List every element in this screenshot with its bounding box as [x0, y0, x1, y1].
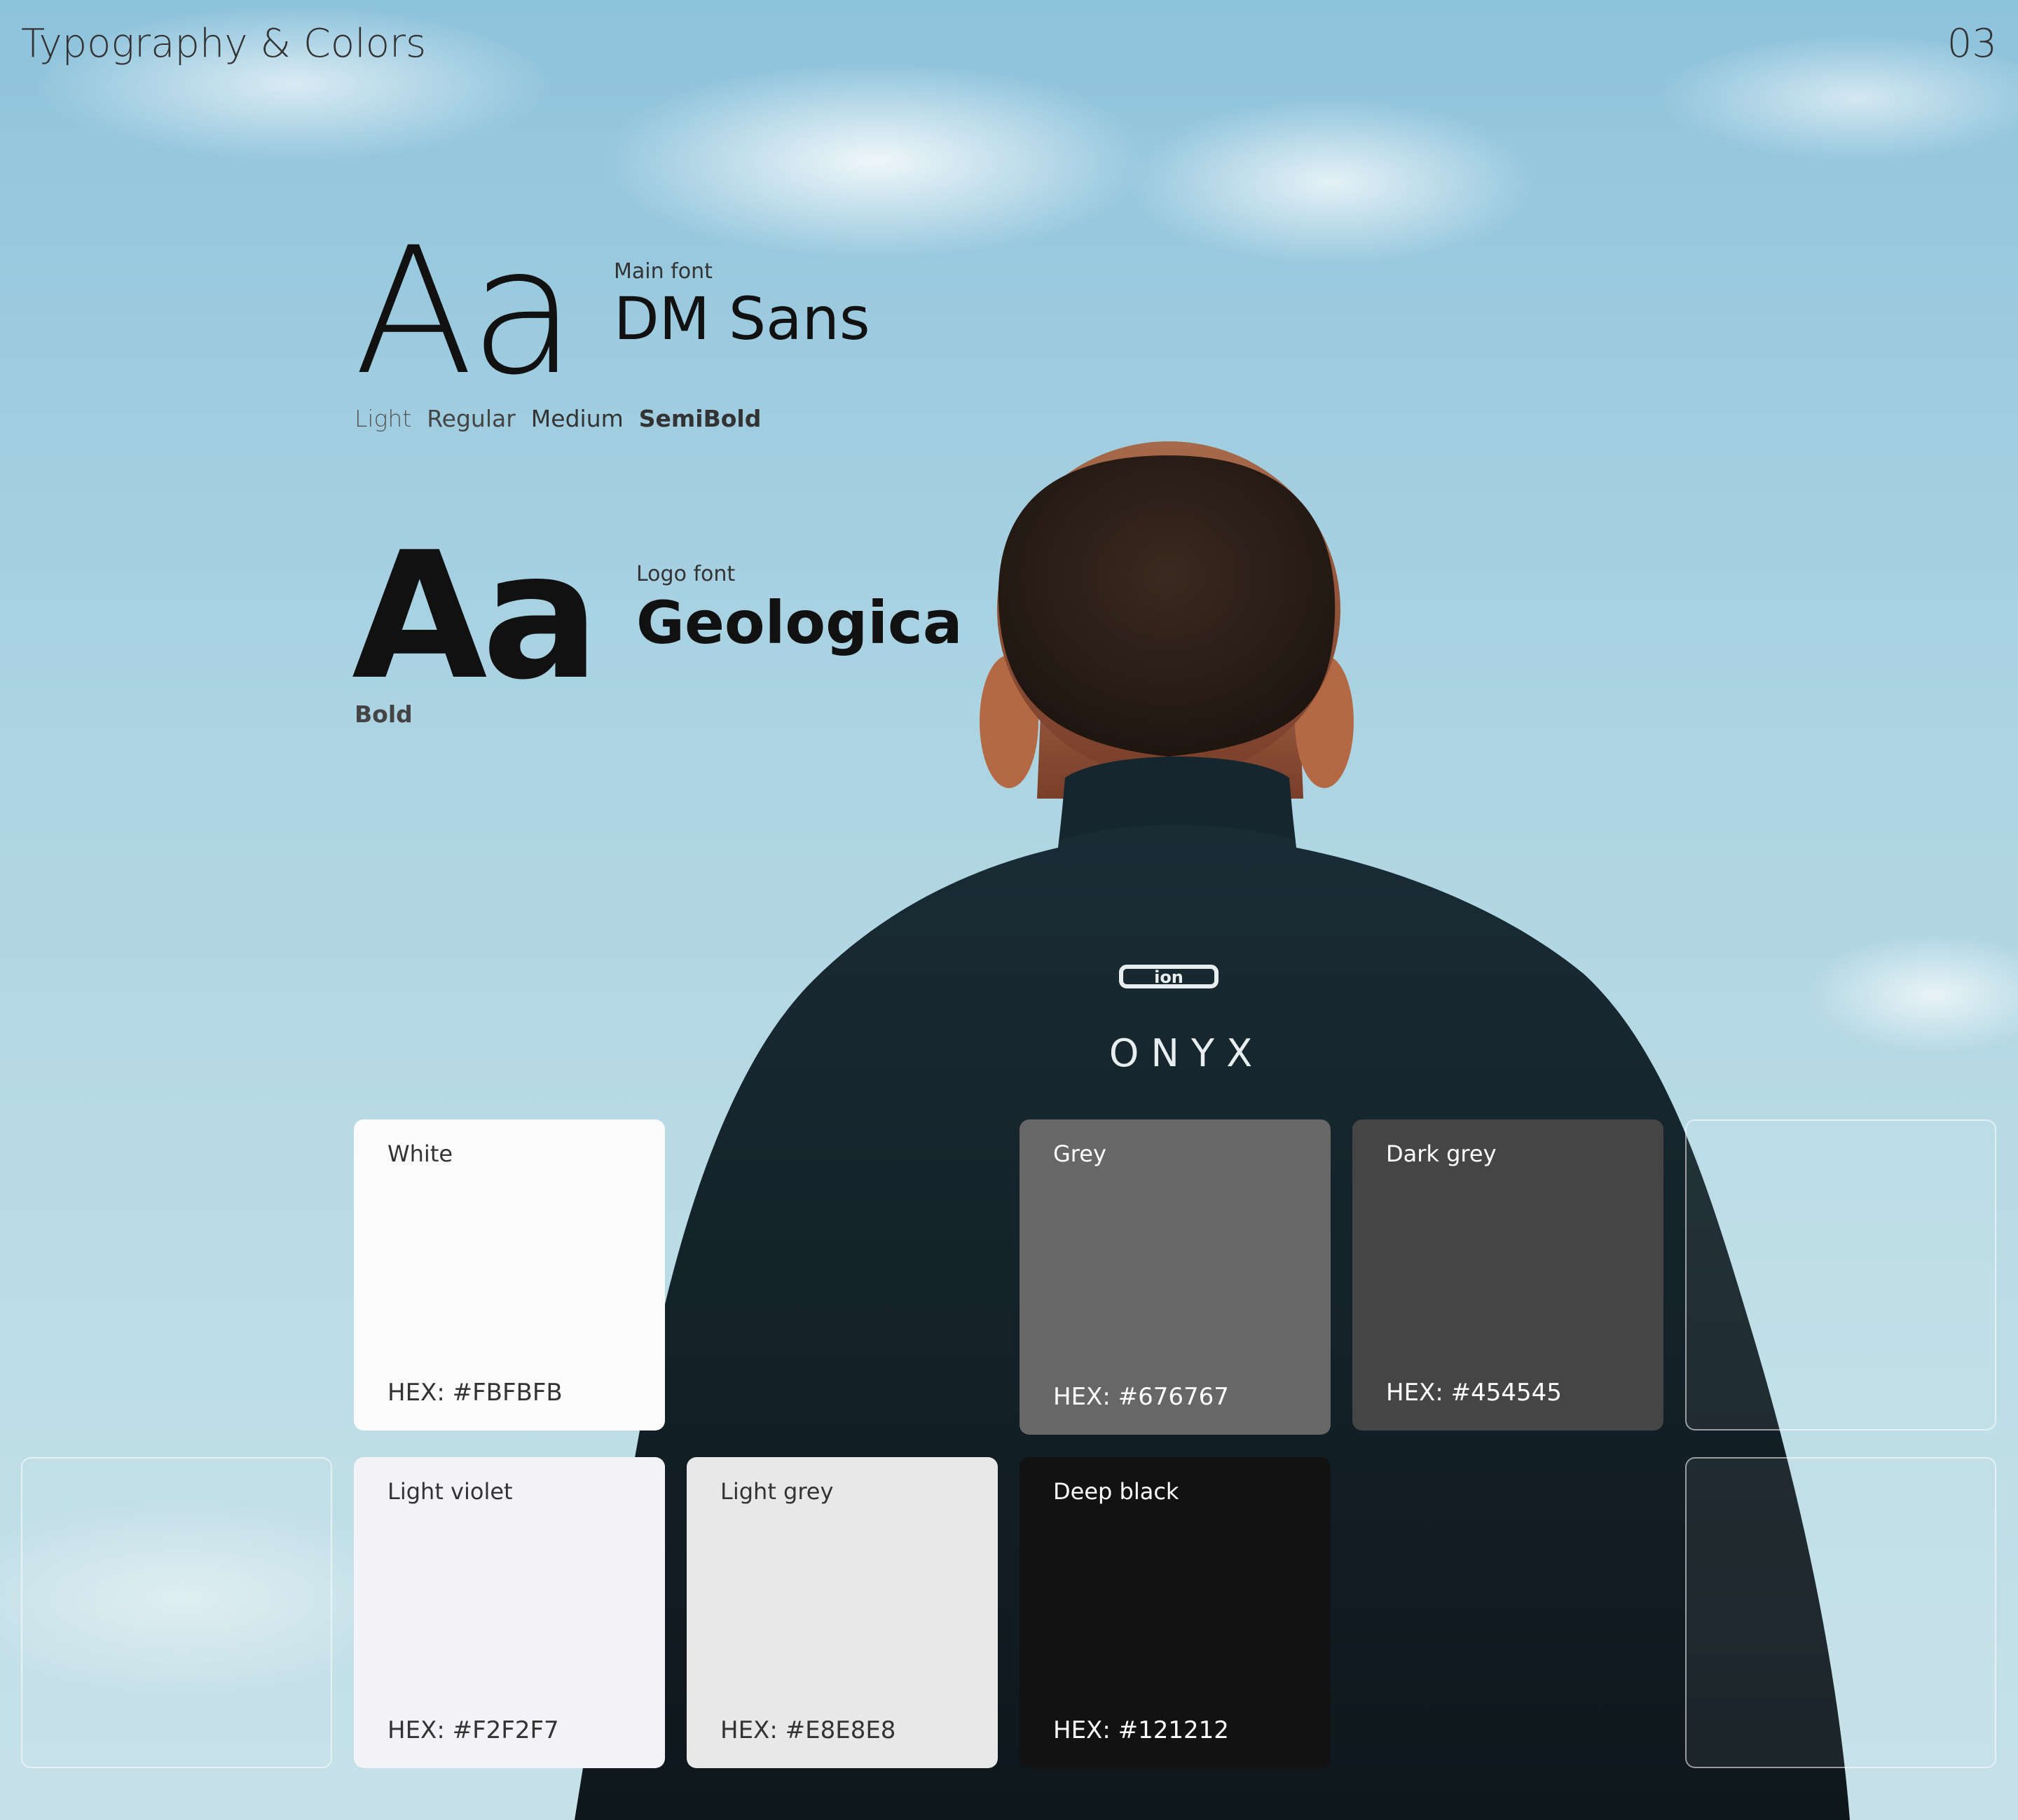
swatch-hex: HEX: #E8E8E8 [720, 1716, 896, 1744]
swatch-hex: HEX: #FBFBFB [387, 1379, 563, 1407]
glass-placeholder-bottom-left [21, 1457, 332, 1768]
swatch-deep-black: Deep black HEX: #121212 [1020, 1457, 1331, 1768]
page-title: Typography & Colors [21, 21, 427, 67]
swatch-hex: HEX: #F2F2F7 [387, 1716, 559, 1744]
main-font-weights: Light Regular Medium SemiBold [355, 405, 761, 432]
swatch-hex: HEX: #454545 [1386, 1379, 1562, 1407]
swatch-dark-grey: Dark grey HEX: #454545 [1352, 1119, 1663, 1431]
page-number: 03 [1947, 21, 1997, 67]
weight-regular: Regular [427, 405, 516, 432]
swatch-grey: Grey HEX: #676767 [1020, 1119, 1331, 1435]
swatch-name: Light grey [720, 1478, 834, 1505]
main-font-sample: Aa [354, 209, 577, 413]
main-font-label: Main font [614, 259, 713, 284]
swatch-name: Deep black [1053, 1478, 1179, 1505]
swatch-name: White [387, 1140, 453, 1167]
main-font-name: DM Sans [614, 284, 870, 353]
swatch-white: White HEX: #FBFBFB [354, 1119, 665, 1431]
swatch-hex: HEX: #121212 [1053, 1716, 1229, 1744]
swatch-name: Light violet [387, 1478, 513, 1505]
logo-font-sample: Aa [352, 514, 600, 718]
suit-chest-text: O N Y X [1109, 1031, 1252, 1075]
glass-placeholder-top-right [1685, 1119, 1996, 1431]
weight-semibold: SemiBold [638, 405, 762, 432]
logo-font-name: Geologica [636, 588, 963, 657]
weight-medium: Medium [530, 405, 624, 432]
logo-font-label: Logo font [636, 562, 736, 586]
swatch-light-violet: Light violet HEX: #F2F2F7 [354, 1457, 665, 1768]
swatch-name: Dark grey [1386, 1140, 1497, 1167]
weight-light: Light [355, 405, 412, 432]
logo-font-weight: Bold [355, 701, 413, 728]
suit-brand-mark: ion [1154, 967, 1183, 987]
glass-placeholder-bottom-right [1685, 1457, 1996, 1768]
swatch-name: Grey [1053, 1140, 1106, 1167]
swatch-hex: HEX: #676767 [1053, 1383, 1229, 1411]
swatch-light-grey: Light grey HEX: #E8E8E8 [687, 1457, 998, 1768]
